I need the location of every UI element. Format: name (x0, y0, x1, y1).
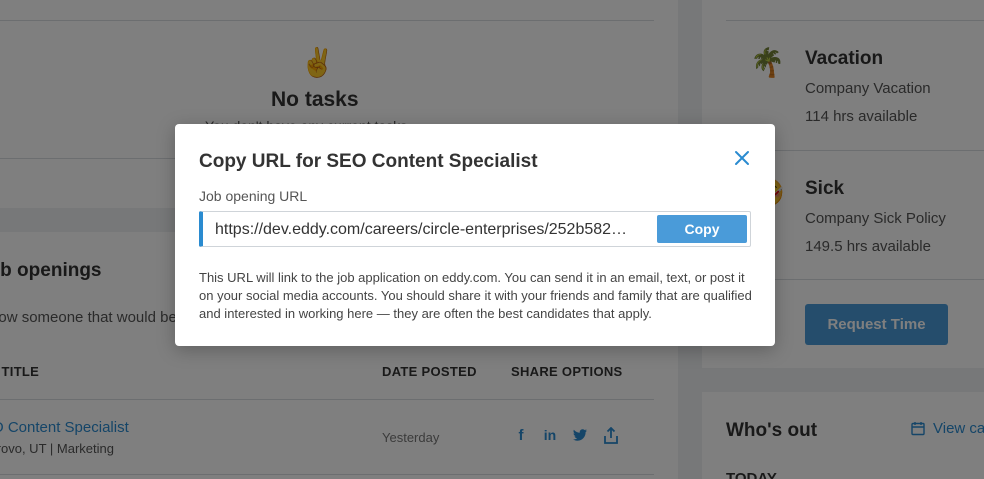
copy-button[interactable]: Copy (657, 215, 747, 243)
close-icon[interactable] (731, 147, 753, 169)
url-field[interactable]: https://dev.eddy.com/careers/circle-ente… (199, 211, 751, 247)
modal-title: Copy URL for SEO Content Specialist (199, 151, 538, 172)
url-value[interactable]: https://dev.eddy.com/careers/circle-ente… (215, 221, 635, 239)
copy-url-modal: Copy URL for SEO Content Specialist Job … (175, 124, 775, 346)
job-opening-url-label: Job opening URL (199, 188, 308, 204)
modal-description: This URL will link to the job applicatio… (199, 270, 752, 321)
